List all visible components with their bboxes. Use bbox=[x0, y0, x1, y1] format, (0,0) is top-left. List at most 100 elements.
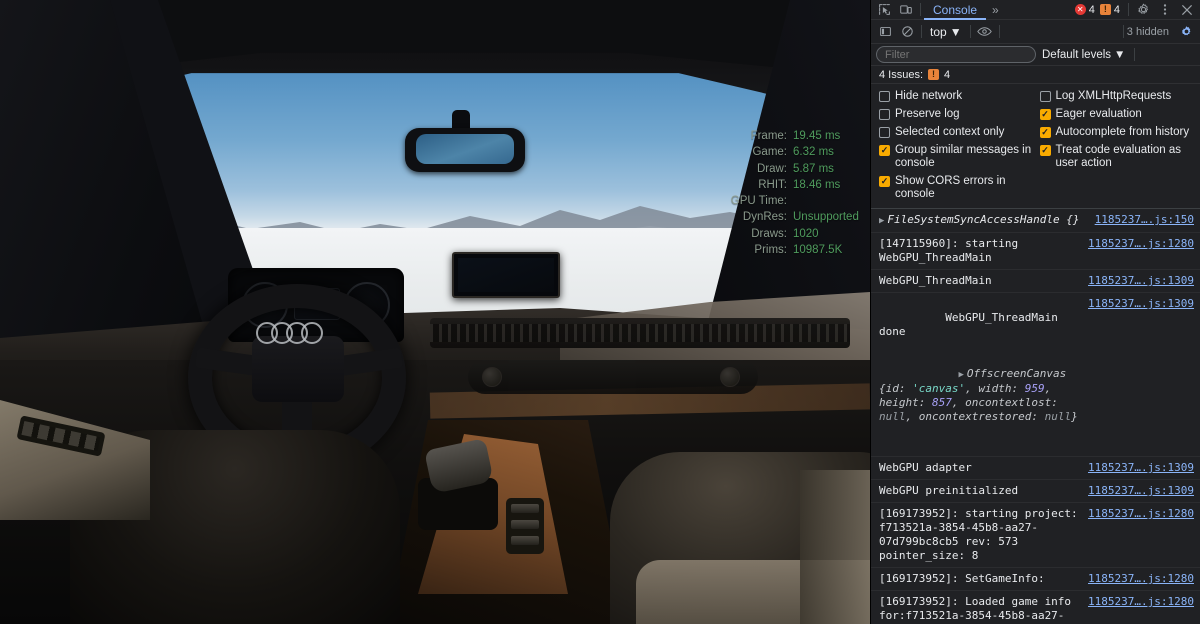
source-link[interactable]: 1185237….js:1309 bbox=[1088, 461, 1194, 475]
setting-log-xmlhttprequests[interactable]: Log XMLHttpRequests bbox=[1040, 90, 1193, 103]
controls-divider bbox=[921, 25, 922, 38]
checkbox-icon[interactable] bbox=[1040, 109, 1051, 120]
tab-console[interactable]: Console bbox=[924, 0, 986, 20]
checkbox-icon[interactable] bbox=[879, 145, 890, 156]
source-link[interactable]: 1185237….js:1309 bbox=[1088, 484, 1194, 498]
console-message[interactable]: [169173952]: Loaded game info for:f71352… bbox=[871, 591, 1200, 624]
warning-icon: ! bbox=[1100, 4, 1111, 15]
stat-row: Draw: 5.87 ms bbox=[700, 161, 865, 177]
air-vents bbox=[430, 318, 850, 348]
setting-autocomplete-from-history[interactable]: Autocomplete from history bbox=[1040, 126, 1193, 139]
setting-group-similar-messages[interactable]: Group similar messages in console bbox=[879, 144, 1032, 170]
stat-label: Prims: bbox=[754, 242, 787, 258]
stat-label: RHIT: bbox=[758, 177, 787, 193]
setting-selected-context-only[interactable]: Selected context only bbox=[879, 126, 1032, 139]
setting-label: Show CORS errors in console bbox=[895, 175, 1032, 201]
right-console-trim bbox=[800, 470, 870, 624]
center-console-buttons bbox=[506, 498, 544, 554]
setting-label: Group similar messages in console bbox=[895, 144, 1032, 170]
console-message-list[interactable]: ▶FileSystemSyncAccessHandle {} 1185237….… bbox=[871, 209, 1200, 624]
game-canvas[interactable]: Frame: 19.45 ms Game: 6.32 ms Draw: 5.87… bbox=[0, 0, 870, 624]
checkbox-icon[interactable] bbox=[1040, 91, 1051, 102]
error-badge[interactable]: ✕ 4 bbox=[1075, 4, 1095, 16]
checkbox-icon[interactable] bbox=[879, 109, 890, 120]
message-text: WebGPU_ThreadMain done ▶OffscreenCanvas … bbox=[879, 297, 1082, 452]
source-link[interactable]: 1185237….js:1280 bbox=[1088, 572, 1194, 586]
expand-triangle-icon[interactable]: ▶ bbox=[879, 216, 884, 226]
stat-value: 19.45 ms bbox=[793, 128, 865, 144]
stat-label: Draws: bbox=[751, 226, 787, 242]
close-icon[interactable] bbox=[1176, 1, 1198, 19]
setting-label: Treat code evaluation as user action bbox=[1056, 144, 1193, 170]
clear-console-icon[interactable] bbox=[896, 23, 918, 41]
console-message[interactable]: WebGPU preinitialized 1185237….js:1309 bbox=[871, 480, 1200, 503]
setting-label: Preserve log bbox=[895, 108, 960, 121]
device-toolbar-icon[interactable] bbox=[895, 1, 917, 19]
sidebar-toggle-icon[interactable] bbox=[874, 23, 896, 41]
source-link[interactable]: 1185237….js:1280 bbox=[1088, 507, 1194, 521]
console-message[interactable]: ▶FileSystemSyncAccessHandle {} 1185237….… bbox=[871, 209, 1200, 233]
checkbox-icon[interactable] bbox=[879, 176, 890, 187]
source-link[interactable]: 1185237….js:1309 bbox=[1088, 297, 1194, 311]
expand-triangle-icon[interactable]: ▶ bbox=[958, 370, 963, 380]
gear-icon[interactable] bbox=[1132, 1, 1154, 19]
filter-input[interactable] bbox=[876, 46, 1036, 63]
climate-knob-left bbox=[482, 367, 502, 387]
stat-row: Draws: 1020 bbox=[700, 226, 865, 242]
log-levels-select[interactable]: Default levels ▼ bbox=[1042, 49, 1125, 61]
message-text: WebGPU adapter bbox=[879, 461, 1082, 475]
setting-preserve-log[interactable]: Preserve log bbox=[879, 108, 1032, 121]
stat-label: Draw: bbox=[757, 161, 787, 177]
stat-label: GPU Time: bbox=[731, 193, 787, 209]
checkbox-icon[interactable] bbox=[1040, 145, 1051, 156]
controls-divider bbox=[1123, 25, 1124, 38]
setting-label: Log XMLHttpRequests bbox=[1056, 90, 1172, 103]
stat-row: RHIT: 18.46 ms bbox=[700, 177, 865, 193]
inspect-cursor-icon[interactable] bbox=[873, 1, 895, 19]
chevron-down-icon: ▼ bbox=[950, 25, 962, 39]
console-settings-gear-icon[interactable] bbox=[1175, 23, 1197, 41]
stat-value: 1020 bbox=[793, 226, 865, 242]
issues-warning-icon: ! bbox=[928, 69, 939, 80]
message-text: [169173952]: SetGameInfo: bbox=[879, 572, 1082, 586]
more-tabs-button[interactable]: » bbox=[986, 3, 1005, 17]
climate-knob-right bbox=[720, 367, 740, 387]
kebab-menu-icon[interactable] bbox=[1154, 1, 1176, 19]
issues-bar[interactable]: 4 Issues: ! 4 bbox=[871, 66, 1200, 84]
setting-eager-evaluation[interactable]: Eager evaluation bbox=[1040, 108, 1193, 121]
chevron-down-icon: ▼ bbox=[1114, 49, 1125, 61]
source-link[interactable]: 1185237….js:1280 bbox=[1088, 595, 1194, 609]
checkbox-icon[interactable] bbox=[879, 91, 890, 102]
live-expression-eye-icon[interactable] bbox=[974, 23, 996, 41]
console-message[interactable]: [169173952]: starting project: f713521a-… bbox=[871, 503, 1200, 568]
console-message[interactable]: WebGPU_ThreadMain 1185237….js:1309 bbox=[871, 270, 1200, 293]
devtools-panel: Console » ✕ 4 ! 4 bbox=[870, 0, 1200, 624]
console-settings-panel: Hide network Log XMLHttpRequests Preserv… bbox=[871, 84, 1200, 209]
checkbox-icon[interactable] bbox=[1040, 127, 1051, 138]
source-link[interactable]: 1185237….js:150 bbox=[1095, 213, 1194, 227]
source-link[interactable]: 1185237….js:1280 bbox=[1088, 237, 1194, 251]
stat-value bbox=[793, 193, 865, 209]
setting-hide-network[interactable]: Hide network bbox=[879, 90, 1032, 103]
console-message[interactable]: [169173952]: SetGameInfo: 1185237….js:12… bbox=[871, 568, 1200, 591]
levels-label: Default levels bbox=[1042, 49, 1111, 61]
message-text: [147115960]: starting WebGPU_ThreadMain bbox=[879, 237, 1082, 265]
infotainment-screen bbox=[452, 252, 560, 298]
setting-show-cors-errors[interactable]: Show CORS errors in console bbox=[879, 175, 1032, 201]
stat-label: DynRes: bbox=[743, 209, 787, 225]
console-message[interactable]: WebGPU adapter 1185237….js:1309 bbox=[871, 457, 1200, 480]
message-text: WebGPU preinitialized bbox=[879, 484, 1082, 498]
devtools-toolbar: Console » ✕ 4 ! 4 bbox=[871, 0, 1200, 20]
setting-treat-code-evaluation-as-user-action[interactable]: Treat code evaluation as user action bbox=[1040, 144, 1193, 170]
setting-label: Selected context only bbox=[895, 126, 1004, 139]
source-link[interactable]: 1185237….js:1309 bbox=[1088, 274, 1194, 288]
warning-count: 4 bbox=[1114, 4, 1120, 16]
console-message[interactable]: [147115960]: starting WebGPU_ThreadMain … bbox=[871, 233, 1200, 270]
execution-context-select[interactable]: top ▼ bbox=[925, 25, 967, 39]
checkbox-icon[interactable] bbox=[879, 127, 890, 138]
warning-badge[interactable]: ! 4 bbox=[1100, 4, 1120, 16]
stat-row: Frame: 19.45 ms bbox=[700, 128, 865, 144]
toolbar-divider bbox=[1128, 3, 1129, 16]
context-label: top bbox=[930, 25, 947, 39]
console-message[interactable]: WebGPU_ThreadMain done ▶OffscreenCanvas … bbox=[871, 293, 1200, 457]
